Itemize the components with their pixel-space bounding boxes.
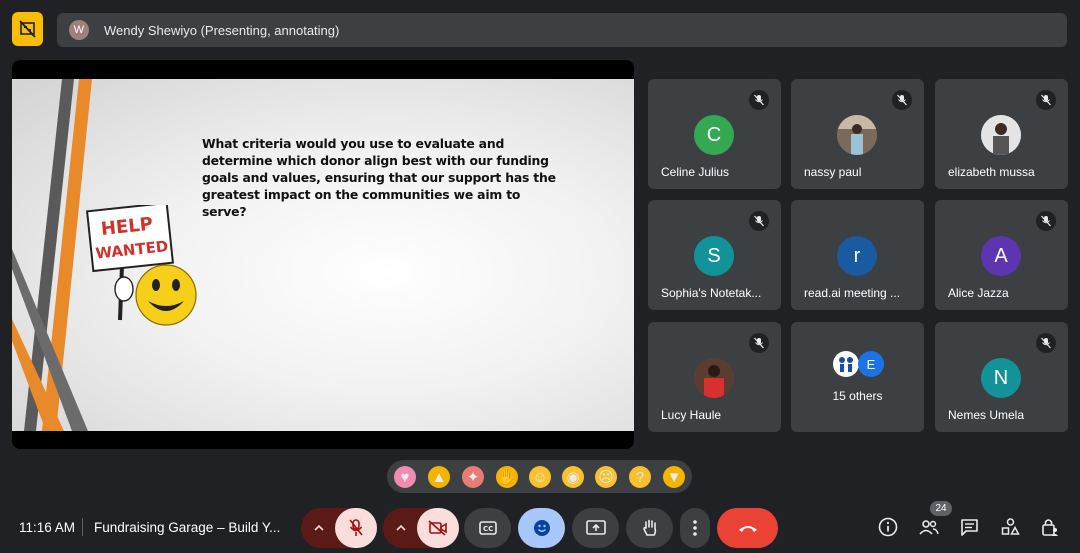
more-vert-icon bbox=[693, 520, 697, 536]
chevron-up-icon bbox=[314, 525, 324, 531]
info-icon bbox=[878, 517, 898, 537]
captions-icon: CC bbox=[478, 521, 497, 535]
svg-text:CC: CC bbox=[483, 525, 493, 533]
no-present-icon bbox=[19, 20, 36, 38]
participant-name: Sophia's Notetak... bbox=[661, 286, 762, 300]
help-wanted-smiley-icon: HELP WANTED bbox=[85, 205, 197, 326]
mic-off-icon bbox=[349, 519, 363, 536]
camera-control bbox=[383, 508, 459, 548]
presenter-avatar: W bbox=[69, 20, 89, 40]
participant-name: Nemes Umela bbox=[948, 408, 1025, 422]
org-logo-icon bbox=[833, 351, 859, 377]
thinking-icon[interactable]: ? bbox=[629, 466, 651, 488]
more-options-button[interactable] bbox=[680, 508, 710, 548]
participant-tile[interactable]: A Alice Jazza bbox=[935, 200, 1068, 310]
participant-tile[interactable]: S Sophia's Notetak... bbox=[648, 200, 781, 310]
participant-name: read.ai meeting ... bbox=[804, 286, 901, 300]
present-screen-button[interactable] bbox=[572, 508, 619, 548]
participant-tile[interactable]: N Nemes Umela bbox=[935, 322, 1068, 432]
sad-icon[interactable]: ☹ bbox=[595, 466, 617, 488]
end-call-icon bbox=[738, 526, 757, 532]
mic-off-icon bbox=[1036, 90, 1056, 110]
microphone-control bbox=[301, 508, 377, 548]
thumbs-down-icon[interactable]: ▼ bbox=[663, 466, 685, 488]
party-popper-icon[interactable]: ✦ bbox=[462, 466, 484, 488]
mic-off-icon bbox=[1036, 211, 1056, 231]
participant-tile[interactable]: Lucy Haule bbox=[648, 322, 781, 432]
mic-off-icon bbox=[749, 90, 769, 110]
mic-options-button[interactable] bbox=[301, 508, 337, 548]
chat-button[interactable] bbox=[958, 516, 980, 538]
lock-person-icon bbox=[1042, 519, 1058, 536]
participant-tile[interactable]: nassy paul bbox=[791, 79, 924, 189]
slide-question: What criteria would you use to evaluate … bbox=[202, 136, 556, 219]
participant-name: Lucy Haule bbox=[661, 408, 722, 422]
present-icon bbox=[585, 520, 606, 535]
participant-tile[interactable]: r read.ai meeting ... bbox=[791, 200, 924, 310]
avatar bbox=[981, 115, 1021, 155]
host-controls-button[interactable] bbox=[1039, 516, 1061, 538]
mic-toggle-button[interactable] bbox=[335, 508, 377, 548]
thumbs-up-icon[interactable]: ▲ bbox=[428, 466, 450, 488]
avatar: N bbox=[981, 358, 1021, 398]
sparkling-heart-icon[interactable]: ♥ bbox=[394, 466, 416, 488]
raise-hand-button[interactable] bbox=[626, 508, 673, 548]
chat-icon bbox=[960, 519, 978, 536]
mic-off-icon bbox=[749, 211, 769, 231]
reactions-bar: ♥ ▲ ✦ ✋ ☺ ◉ ☹ ? ▼ bbox=[387, 460, 692, 493]
presentation-alert-button[interactable] bbox=[12, 12, 43, 46]
mic-off-icon bbox=[892, 90, 912, 110]
emoji-icon bbox=[533, 520, 550, 536]
chevron-up-icon bbox=[396, 525, 406, 531]
surprised-icon[interactable]: ◉ bbox=[562, 466, 584, 488]
presenter-label: Wendy Shewiyo (Presenting, annotating) bbox=[104, 23, 340, 38]
others-count: 15 others bbox=[832, 389, 883, 403]
people-button[interactable] bbox=[918, 516, 940, 538]
camera-off-icon bbox=[428, 520, 447, 536]
avatar: r bbox=[837, 236, 877, 276]
camera-options-button[interactable] bbox=[383, 508, 419, 548]
people-count-badge: 24 bbox=[930, 501, 952, 516]
camera-toggle-button[interactable] bbox=[417, 508, 459, 548]
presenter-banner: W Wendy Shewiyo (Presenting, annotating) bbox=[57, 13, 1067, 47]
activities-button[interactable] bbox=[999, 516, 1021, 538]
activities-icon bbox=[1001, 518, 1020, 535]
avatar: S bbox=[694, 236, 734, 276]
meeting-title: Fundraising Garage – Build Y... bbox=[94, 520, 281, 535]
reactions-button[interactable] bbox=[518, 508, 565, 548]
meeting-details-button[interactable] bbox=[877, 516, 899, 538]
participant-name: Alice Jazza bbox=[948, 286, 1009, 300]
divider bbox=[82, 518, 83, 536]
avatar: A bbox=[981, 236, 1021, 276]
participant-tile[interactable]: C Celine Julius bbox=[648, 79, 781, 189]
avatar bbox=[837, 115, 877, 155]
tears-of-joy-icon[interactable]: ☺ bbox=[529, 466, 551, 488]
hand-icon bbox=[642, 519, 656, 536]
captions-button[interactable]: CC bbox=[464, 508, 511, 548]
participant-name: nassy paul bbox=[804, 165, 862, 179]
others-tile[interactable]: E 15 others bbox=[791, 322, 924, 432]
avatar bbox=[694, 358, 734, 398]
mic-off-icon bbox=[1036, 333, 1056, 353]
presentation-stage[interactable]: What criteria would you use to evaluate … bbox=[12, 60, 634, 449]
clapping-hands-icon[interactable]: ✋ bbox=[496, 466, 518, 488]
mic-off-icon bbox=[749, 333, 769, 353]
shared-slide: What criteria would you use to evaluate … bbox=[12, 79, 634, 431]
avatar: C bbox=[694, 115, 734, 155]
participant-tile[interactable]: elizabeth mussa bbox=[935, 79, 1068, 189]
clock: 11:16 AM bbox=[19, 520, 76, 535]
participant-name: elizabeth mussa bbox=[948, 165, 1035, 179]
leave-call-button[interactable] bbox=[717, 508, 778, 548]
people-icon bbox=[919, 520, 939, 535]
participant-name: Celine Julius bbox=[661, 165, 730, 179]
avatar: E bbox=[858, 351, 884, 377]
